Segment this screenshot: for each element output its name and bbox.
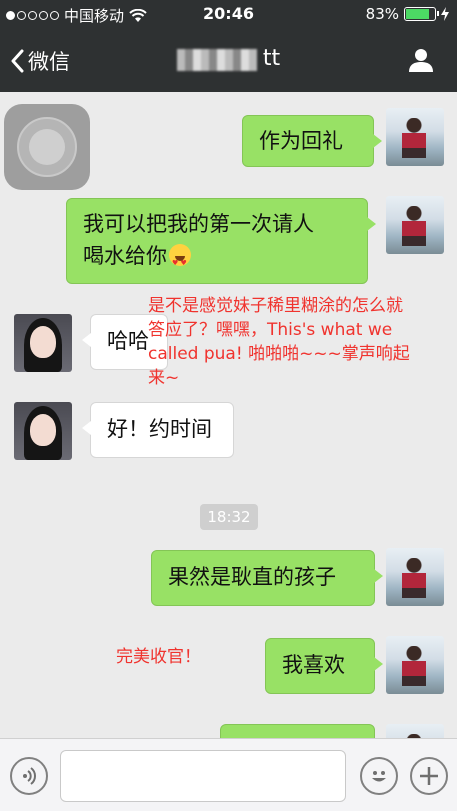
message-bubble-sent[interactable]: 果然是耿直的孩子 <box>151 550 383 606</box>
floating-assistive-touch-icon[interactable] <box>4 104 90 190</box>
profile-button[interactable] <box>407 46 435 78</box>
contact-avatar[interactable] <box>14 402 72 460</box>
message-bubble-sent[interactable]: 我喜欢 <box>265 638 383 694</box>
message-bubble-sent-partial[interactable] <box>220 724 375 738</box>
annotation-note: 完美收官！ <box>116 647 201 667</box>
plus-icon <box>420 767 438 785</box>
emoji-button[interactable] <box>360 757 398 795</box>
my-avatar[interactable] <box>386 636 444 694</box>
battery-percent: 83% <box>365 5 399 23</box>
battery-icon <box>404 7 439 21</box>
input-bar <box>0 738 457 811</box>
heart-eyes-emoji-icon <box>169 244 191 279</box>
my-avatar[interactable] <box>386 196 444 254</box>
message-input[interactable] <box>60 750 346 802</box>
title-suffix: tt <box>262 46 281 71</box>
charging-icon <box>441 7 449 21</box>
my-avatar[interactable] <box>386 548 444 606</box>
message-bubble-received[interactable]: 好！约时间 <box>82 402 234 458</box>
my-avatar[interactable] <box>386 108 444 166</box>
chat-area[interactable]: 作为回礼 我可以把我的第一次请人 喝水给你 哈哈 好！约时间 是不是感觉妹子稀里… <box>0 92 457 738</box>
message-bubble-sent[interactable]: 作为回礼 <box>242 115 382 167</box>
chat-title: tt <box>0 46 457 71</box>
my-avatar[interactable] <box>386 724 444 738</box>
status-bar: 中国移动 20:46 83% <box>0 0 457 28</box>
message-bubble-sent[interactable]: 我可以把我的第一次请人 喝水给你 <box>66 198 376 284</box>
smiley-icon <box>372 771 386 782</box>
voice-icon <box>23 767 36 785</box>
annotation-note: 是不是感觉妹子稀里糊涂的怎么就 答应了？嘿嘿，This's what we ca… <box>148 296 410 388</box>
nav-bar: 微信 tt <box>0 28 457 92</box>
person-icon <box>409 49 433 72</box>
plus-button[interactable] <box>410 757 448 795</box>
blurred-name <box>176 49 257 71</box>
voice-button[interactable] <box>10 757 48 795</box>
contact-avatar[interactable] <box>14 314 72 372</box>
time-separator: 18:32 <box>200 504 258 530</box>
